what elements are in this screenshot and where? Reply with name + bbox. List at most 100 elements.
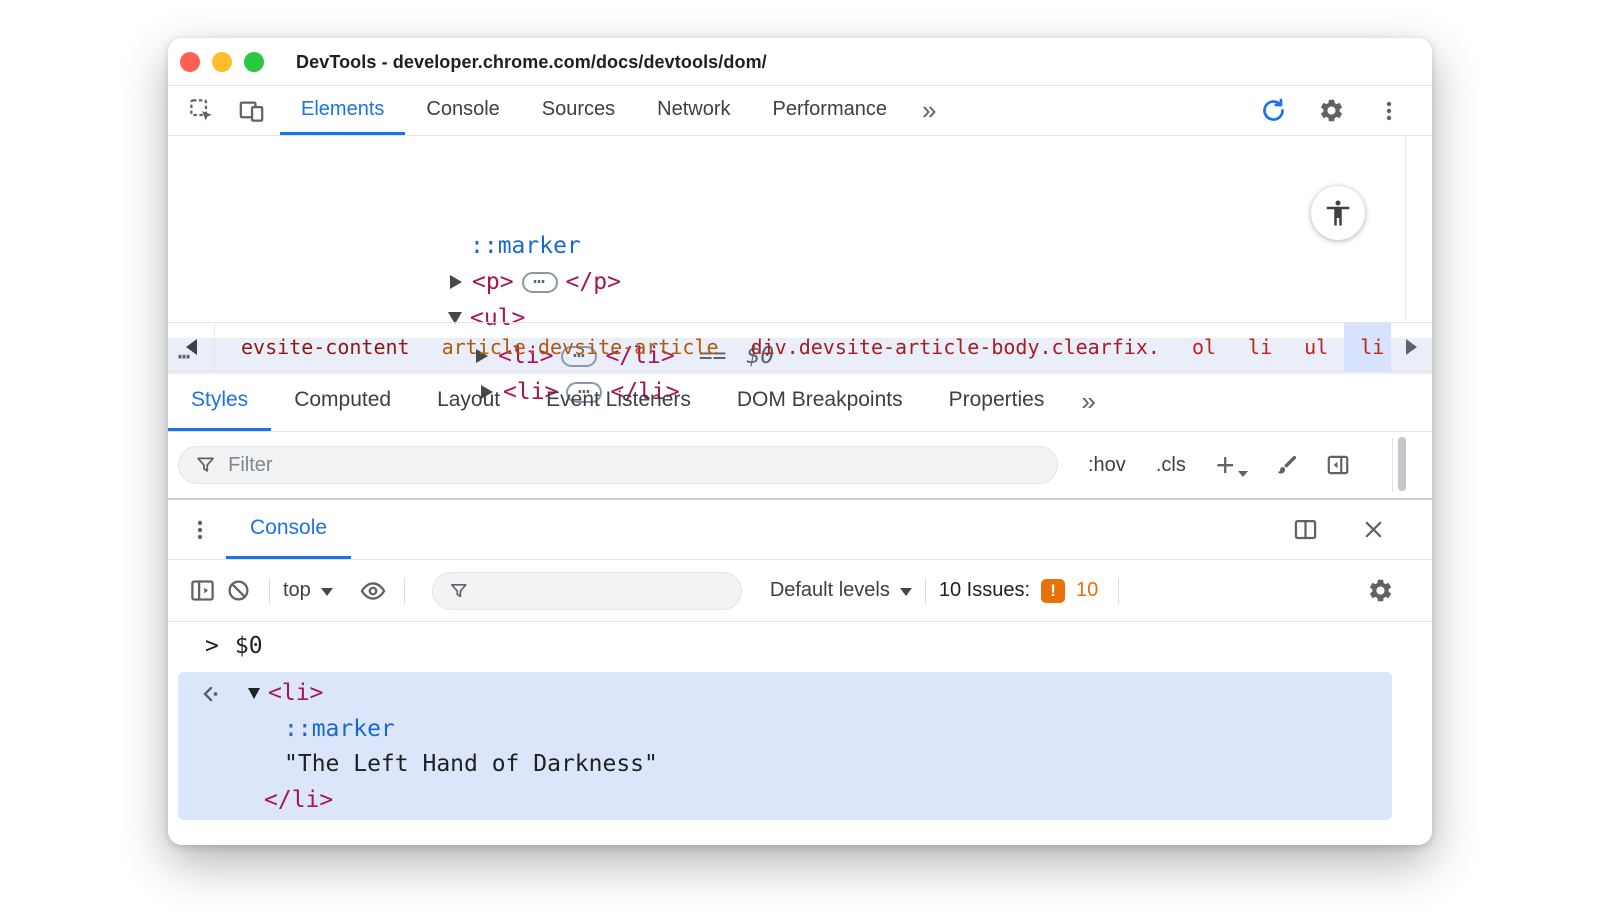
eye-icon bbox=[360, 581, 386, 600]
reload-devtools-button[interactable] bbox=[1256, 94, 1290, 128]
styles-filter-field[interactable] bbox=[178, 446, 1058, 484]
pseudo-element-token: ::marker bbox=[470, 233, 581, 259]
zoom-window-button[interactable] bbox=[244, 52, 264, 72]
live-expression-button[interactable] bbox=[355, 573, 391, 609]
accessibility-person-icon bbox=[1326, 200, 1350, 226]
breadcrumb-item-selected[interactable]: li bbox=[1344, 323, 1391, 371]
issues-counter[interactable]: 10 Issues: ! 10 bbox=[939, 578, 1098, 603]
tab-network[interactable]: Network bbox=[636, 86, 751, 135]
close-icon bbox=[1365, 521, 1381, 538]
device-toolbar-button[interactable] bbox=[234, 94, 268, 128]
clear-console-button[interactable] bbox=[220, 573, 256, 609]
tab-properties[interactable]: Properties bbox=[926, 372, 1068, 431]
breadcrumb-scroll-right-button[interactable] bbox=[1391, 323, 1432, 371]
tab-performance[interactable]: Performance bbox=[752, 86, 909, 135]
breadcrumb: evsite-content article.devsite-article d… bbox=[168, 322, 1432, 372]
elements-dom-tree: ::marker <p> … </p> <ul> ⋯ <li> … </li> … bbox=[168, 136, 1432, 405]
console-messages: > $0 <li> ::marker "The Left Hand of Dar… bbox=[168, 622, 1432, 845]
log-levels-dropdown[interactable]: Default levels bbox=[770, 579, 912, 602]
toolbar-left-icons bbox=[168, 86, 280, 135]
tab-styles[interactable]: Styles bbox=[168, 372, 272, 431]
drawer-tab-console[interactable]: Console bbox=[226, 500, 352, 559]
breadcrumb-item[interactable]: div.devsite-article-body.clearfix. bbox=[735, 323, 1176, 371]
tab-event-listeners[interactable]: Event Listeners bbox=[523, 372, 714, 431]
console-filter-input[interactable] bbox=[478, 579, 725, 602]
close-drawer-button[interactable] bbox=[1356, 513, 1390, 547]
divider bbox=[403, 577, 405, 604]
devtools-main-toolbar: Elements Console Sources Network Perform… bbox=[168, 86, 1432, 136]
drawer-menu-button[interactable] bbox=[168, 500, 226, 559]
chevron-down-icon bbox=[320, 588, 333, 596]
chevron-left-icon bbox=[185, 339, 197, 355]
device-toolbar-icon bbox=[239, 101, 263, 122]
tab-dom-breakpoints[interactable]: DOM Breakpoints bbox=[714, 372, 926, 431]
breadcrumb-scroll-left-button[interactable] bbox=[168, 323, 215, 371]
inspect-icon bbox=[189, 99, 212, 121]
kebab-menu-icon bbox=[1386, 101, 1392, 120]
devtools-window: DevTools - developer.chrome.com/docs/dev… bbox=[168, 38, 1432, 845]
tab-console[interactable]: Console bbox=[405, 86, 520, 135]
inline-expand-button[interactable]: … bbox=[521, 264, 558, 293]
expand-arrow-icon[interactable] bbox=[450, 275, 462, 289]
console-drawer-header: Console bbox=[168, 498, 1432, 560]
breadcrumb-item[interactable]: li bbox=[1232, 323, 1288, 371]
toggle-sidebar-button[interactable] bbox=[1325, 452, 1351, 478]
javascript-context-dropdown[interactable]: top bbox=[283, 579, 333, 602]
toolbar-right-icons bbox=[1256, 86, 1432, 135]
breadcrumb-item[interactable]: article.devsite-article bbox=[426, 323, 735, 371]
console-settings-button[interactable] bbox=[1362, 573, 1398, 609]
tag-close-token: </p> bbox=[565, 269, 621, 295]
refresh-icon bbox=[1262, 98, 1284, 121]
show-console-sidebar-button[interactable] bbox=[184, 573, 220, 609]
console-command-row: > $0 bbox=[168, 622, 1432, 670]
filter-funnel-icon bbox=[197, 457, 214, 472]
scrollbar-thumb[interactable] bbox=[1398, 437, 1406, 491]
tab-elements[interactable]: Elements bbox=[280, 86, 406, 135]
tag-open-token: <p> bbox=[472, 269, 514, 295]
divider bbox=[269, 577, 270, 604]
dom-row-p[interactable]: <p> … </p> bbox=[168, 264, 1432, 300]
minimize-window-button[interactable] bbox=[212, 52, 232, 72]
styles-panel-tabs: Styles Computed Layout Event Listeners D… bbox=[168, 372, 1432, 432]
console-filter-field[interactable] bbox=[431, 571, 742, 610]
window-titlebar: DevTools - developer.chrome.com/docs/dev… bbox=[168, 38, 1432, 86]
more-panels-button[interactable]: » bbox=[908, 86, 950, 135]
tag-close-token: </li> bbox=[264, 787, 334, 813]
settings-button[interactable] bbox=[1314, 94, 1348, 128]
console-result-block: <li> ::marker "The Left Hand of Darkness… bbox=[178, 672, 1392, 820]
element-classes-button[interactable]: .cls bbox=[1156, 454, 1186, 477]
customize-devtools-button[interactable] bbox=[1372, 94, 1406, 128]
new-style-rule-button[interactable]: + bbox=[1216, 449, 1248, 481]
split-panel-button[interactable] bbox=[1288, 513, 1322, 547]
inspect-element-button[interactable] bbox=[184, 94, 218, 128]
collapse-arrow-icon[interactable] bbox=[248, 687, 260, 699]
issues-badge-icon: ! bbox=[1041, 578, 1066, 603]
dom-row-marker[interactable]: ::marker bbox=[168, 228, 1432, 264]
paintbrush-icon bbox=[1277, 455, 1296, 474]
toggle-element-state-button[interactable]: :hov bbox=[1088, 454, 1126, 477]
paint-format-button[interactable] bbox=[1274, 453, 1299, 478]
breadcrumb-item[interactable]: ul bbox=[1288, 323, 1344, 371]
window-title: DevTools - developer.chrome.com/docs/dev… bbox=[296, 52, 767, 72]
return-value-icon bbox=[200, 682, 224, 712]
result-string-token: "The Left Hand of Darkness" bbox=[284, 751, 658, 777]
breadcrumb-item[interactable]: ol bbox=[1176, 323, 1232, 371]
chevron-right-icon bbox=[1406, 339, 1417, 355]
close-window-button[interactable] bbox=[180, 52, 200, 72]
accessibility-button[interactable] bbox=[1311, 186, 1365, 240]
chevron-down-icon bbox=[899, 588, 912, 596]
divider bbox=[924, 577, 926, 604]
tab-sources[interactable]: Sources bbox=[521, 86, 636, 135]
tab-computed[interactable]: Computed bbox=[271, 372, 414, 431]
divider bbox=[1118, 577, 1120, 604]
console-prompt: > bbox=[205, 633, 219, 659]
styles-filter-input[interactable] bbox=[228, 453, 1041, 477]
more-styles-tabs-button[interactable]: » bbox=[1067, 372, 1109, 431]
scrollbar-track[interactable] bbox=[1405, 136, 1406, 322]
gear-icon bbox=[1369, 579, 1391, 602]
gear-icon bbox=[1320, 99, 1342, 122]
result-pseudo-token: ::marker bbox=[284, 716, 395, 742]
breadcrumb-item[interactable]: evsite-content bbox=[225, 323, 426, 371]
console-command: $0 bbox=[234, 633, 263, 659]
tab-layout[interactable]: Layout bbox=[414, 372, 523, 431]
